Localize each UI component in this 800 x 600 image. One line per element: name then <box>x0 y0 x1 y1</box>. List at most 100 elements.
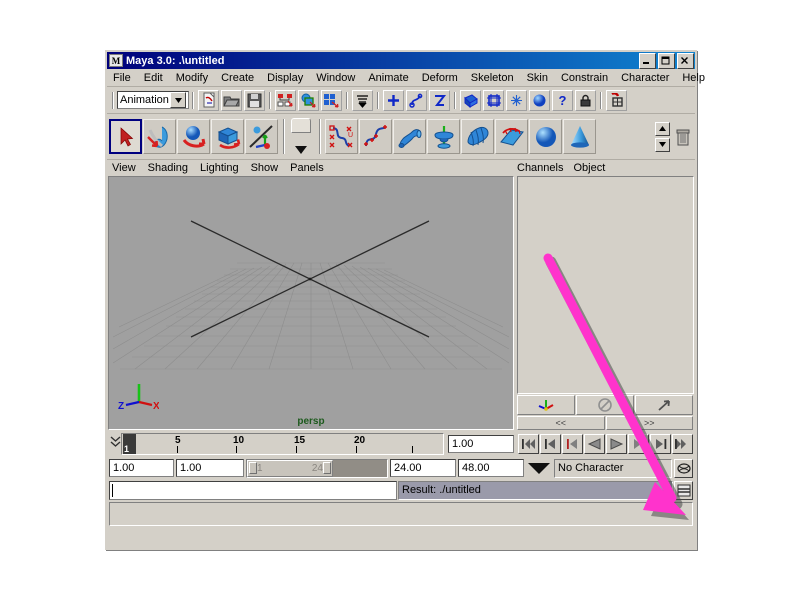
command-input[interactable] <box>109 480 397 500</box>
menu-set-selector[interactable]: Animation <box>117 91 189 109</box>
shelf-scroll-up-button[interactable] <box>655 121 670 136</box>
lasso-tool[interactable] <box>143 119 176 154</box>
step-back-frame-button[interactable] <box>562 433 583 454</box>
tab-channels[interactable]: Channels <box>517 162 563 174</box>
go-to-start-button[interactable] <box>518 433 539 454</box>
maya-logo-icon: M <box>109 54 123 67</box>
step-forward-key-button[interactable] <box>650 433 671 454</box>
open-scene-button[interactable] <box>221 89 242 111</box>
snap-to-grid-button[interactable] <box>383 89 404 111</box>
range-slider[interactable]: 1 24 <box>246 458 388 478</box>
shelf-scroll-down-button[interactable] <box>655 137 670 152</box>
cv-curve-tool[interactable]: U <box>325 119 358 154</box>
range-end-field[interactable]: 24.00 <box>390 459 456 477</box>
tab-object[interactable]: Object <box>573 162 605 174</box>
main-content-row: View Shading Lighting Show Panels Z pers… <box>107 160 695 430</box>
character-set-field[interactable]: No Character <box>554 458 672 478</box>
menu-item-animate[interactable]: Animate <box>368 72 408 84</box>
panel-menu-shading[interactable]: Shading <box>148 162 188 174</box>
select-by-component-type-button[interactable] <box>321 89 342 111</box>
render-globals-button[interactable] <box>529 89 550 111</box>
minimize-button[interactable] <box>639 52 656 69</box>
chevron-down-icon[interactable] <box>170 92 186 108</box>
make-live-button[interactable] <box>506 89 527 111</box>
animation-end-field[interactable]: 48.00 <box>458 459 524 477</box>
play-forwards-button[interactable] <box>606 433 627 454</box>
snap-to-point-button[interactable] <box>429 89 450 111</box>
show-manipulator-tool-button[interactable] <box>517 395 575 415</box>
step-back-key-button[interactable] <box>540 433 561 454</box>
extrude-surface-tool[interactable] <box>461 119 494 154</box>
go-to-end-button[interactable] <box>672 433 693 454</box>
loft-surface-tool[interactable] <box>393 119 426 154</box>
menu-item-character[interactable]: Character <box>621 72 669 84</box>
panel-menu-view[interactable]: View <box>112 162 136 174</box>
play-backwards-button[interactable] <box>584 433 605 454</box>
help-button[interactable]: ? <box>552 89 573 111</box>
range-start-field[interactable]: 1.00 <box>176 459 244 477</box>
menu-item-display[interactable]: Display <box>267 72 303 84</box>
range-handle-right[interactable] <box>323 462 331 474</box>
step-forward-frame-button[interactable] <box>628 433 649 454</box>
nurbs-sphere-tool[interactable] <box>529 119 562 154</box>
animation-start-field[interactable]: 1.00 <box>109 459 174 477</box>
select-mask-button[interactable] <box>352 89 373 111</box>
menu-item-file[interactable]: File <box>113 72 131 84</box>
ep-curve-tool[interactable] <box>359 119 392 154</box>
channel-box-body[interactable] <box>517 176 694 394</box>
panel-menu-show[interactable]: Show <box>251 162 279 174</box>
select-by-hierarchy-button[interactable] <box>275 89 296 111</box>
perspective-viewport[interactable]: X Z persp <box>108 176 514 430</box>
range-bar[interactable]: 1 24 <box>247 459 333 477</box>
nurbs-cone-tool[interactable] <box>563 119 596 154</box>
divider <box>454 91 456 109</box>
panel-menu-lighting[interactable]: Lighting <box>200 162 239 174</box>
scale-tool[interactable] <box>245 119 278 154</box>
menu-item-deform[interactable]: Deform <box>422 72 458 84</box>
select-tool[interactable] <box>109 119 142 154</box>
channel-box-panel: Channels Object << >> <box>517 160 694 430</box>
maximize-button[interactable] <box>658 52 675 69</box>
menu-item-skeleton[interactable]: Skeleton <box>471 72 514 84</box>
save-scene-button[interactable] <box>244 89 265 111</box>
planar-surface-tool[interactable] <box>495 119 528 154</box>
move-tool[interactable] <box>177 119 210 154</box>
panel-menu-panels[interactable]: Panels <box>290 162 324 174</box>
delete-shelf-item-button[interactable] <box>673 128 693 146</box>
playback-options-dropdown[interactable] <box>526 458 552 478</box>
menu-item-modify[interactable]: Modify <box>176 72 208 84</box>
rotate-tool[interactable] <box>211 119 244 154</box>
menu-item-help[interactable]: Help <box>682 72 705 84</box>
last-tool-button[interactable] <box>635 395 693 415</box>
svg-text:U: U <box>348 132 353 139</box>
close-button[interactable] <box>677 52 694 69</box>
axis-label-z: Z <box>118 401 124 410</box>
no-operation-button[interactable] <box>576 395 634 415</box>
select-by-object-type-button[interactable] <box>298 89 319 111</box>
help-line <box>109 502 693 526</box>
divider <box>600 91 602 109</box>
menu-item-window[interactable]: Window <box>316 72 355 84</box>
animation-preferences-button[interactable] <box>674 458 693 478</box>
menu-item-create[interactable]: Create <box>221 72 254 84</box>
menu-item-edit[interactable]: Edit <box>144 72 163 84</box>
revolve-surface-tool[interactable] <box>427 119 460 154</box>
collapse-bar-icon[interactable] <box>109 434 121 453</box>
snap-to-view-plane-button[interactable] <box>460 89 481 111</box>
command-line-row: Result: ./untitled <box>107 479 695 501</box>
current-time-field[interactable]: 1.00 <box>448 434 514 453</box>
channelbox-next-button[interactable]: >> <box>605 416 693 430</box>
shelf-tab[interactable] <box>290 118 311 133</box>
channelbox-prev-button[interactable]: << <box>517 416 605 430</box>
script-editor-button[interactable] <box>674 480 693 500</box>
current-time-indicator[interactable]: 1 <box>123 433 136 454</box>
magnet-button[interactable] <box>606 89 627 111</box>
menu-item-skin[interactable]: Skin <box>527 72 548 84</box>
new-scene-button[interactable] <box>198 89 219 111</box>
lock-button[interactable] <box>575 89 596 111</box>
range-handle-left[interactable] <box>249 462 257 474</box>
snap-to-curve-button[interactable] <box>406 89 427 111</box>
time-slider[interactable]: 1 5 10 15 20 <box>121 432 444 455</box>
snap-to-cv-button[interactable] <box>483 89 504 111</box>
menu-item-constrain[interactable]: Constrain <box>561 72 608 84</box>
